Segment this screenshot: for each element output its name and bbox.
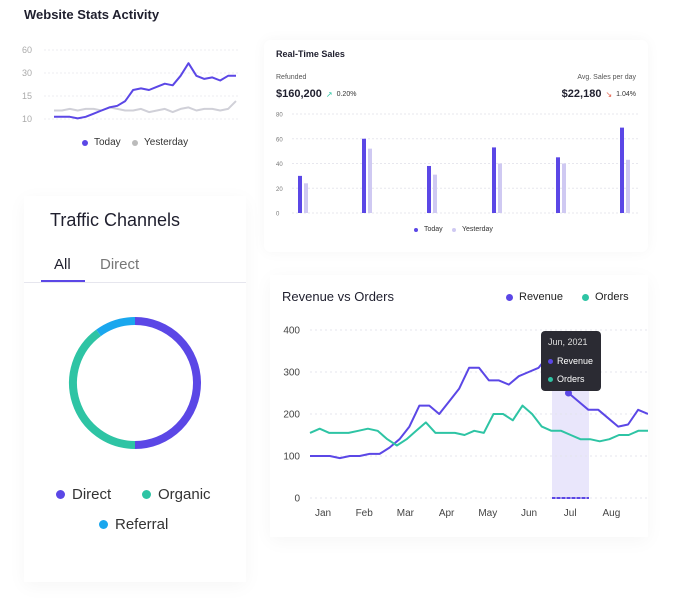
arrow-down-icon: ↘ <box>605 89 613 99</box>
direct-dot-icon <box>56 490 65 499</box>
revenue-legend-revenue: Revenue <box>506 291 563 303</box>
sales-bar-chart: 80 60 40 20 0 <box>276 113 640 218</box>
stats-y-tick: 10 <box>22 114 32 124</box>
revenue-y-tick: 200 <box>283 410 300 421</box>
chart-tooltip: Jun, 2021 Revenue Orders <box>541 331 601 391</box>
revenue-legend-revenue-label: Revenue <box>519 291 564 303</box>
revenue-y-tick: 100 <box>283 452 300 463</box>
sales-bar-yesterday <box>433 174 437 213</box>
donut-slice-direct <box>134 317 201 449</box>
today-dot-icon <box>414 227 418 232</box>
tab-direct[interactable]: Direct <box>100 256 139 273</box>
stats-series-yesterday <box>54 100 237 114</box>
sales-bar-today <box>620 127 624 213</box>
today-dot-icon <box>82 139 88 146</box>
sales-bar-today <box>556 157 560 213</box>
avg-sales-value: $22,180 <box>561 88 602 100</box>
stats-y-tick: 15 <box>22 91 32 101</box>
donut-slice-referral <box>96 317 136 337</box>
revenue-series-orders <box>309 404 648 447</box>
refunded-change: 0.20% <box>336 90 357 98</box>
stats-card: 60 30 15 10 Today Yesterday <box>20 38 242 164</box>
revenue-legend-orders: Orders <box>582 291 629 303</box>
sales-legend-yesterday: Yesterday <box>452 226 493 233</box>
revenue-y-tick: 400 <box>283 326 300 337</box>
stats-legend-yesterday-label: Yesterday <box>144 137 189 148</box>
sales-bar-yesterday <box>562 163 566 213</box>
sales-legend-today-label: Today <box>424 226 443 233</box>
sales-title: Real-Time Sales <box>276 49 345 59</box>
revenue-x-tick: Aug <box>603 508 621 519</box>
sales-bar-yesterday <box>304 183 308 213</box>
yesterday-dot-icon <box>132 139 138 146</box>
revenue-x-tick: Jun <box>521 508 537 519</box>
sales-y-tick: 40 <box>276 162 283 168</box>
tooltip-date: Jun, 2021 <box>548 337 588 347</box>
traffic-legend-organic: Organic <box>142 486 211 503</box>
tooltip-orders: Orders <box>548 374 585 384</box>
organic-dot-icon <box>142 490 151 499</box>
traffic-channels-card: Traffic Channels All Direct Direct Organ… <box>24 196 246 582</box>
traffic-legend-direct-label: Direct <box>72 486 112 503</box>
sales-y-tick: 60 <box>276 137 283 143</box>
revenue-x-tick: Jan <box>315 508 331 519</box>
revenue-y-tick: 300 <box>283 368 300 379</box>
tooltip-orders-label: Orders <box>557 374 585 384</box>
sales-bar-today <box>492 147 496 213</box>
referral-dot-icon <box>99 520 108 529</box>
revenue-x-tick: Mar <box>397 508 415 519</box>
revenue-x-tick: Jul <box>564 508 577 519</box>
yesterday-dot-icon <box>452 227 456 232</box>
revenue-title: Revenue vs Orders <box>282 289 394 304</box>
sales-legend-yesterday-label: Yesterday <box>462 226 493 233</box>
donut-slice-organic <box>69 329 136 449</box>
sales-bar-yesterday <box>368 148 372 213</box>
avg-sales-kpi: $22,180 ↘ 1.04% <box>562 88 636 100</box>
revenue-dot-icon <box>548 358 553 364</box>
traffic-legend-organic-label: Organic <box>158 486 211 503</box>
avg-sales-change: 1.04% <box>616 90 636 98</box>
tooltip-revenue: Revenue <box>548 356 593 366</box>
revenue-x-tick: Feb <box>356 508 374 519</box>
sales-y-tick: 20 <box>276 187 283 193</box>
sales-legend-today: Today <box>414 226 443 233</box>
tab-divider <box>24 282 246 283</box>
refunded-kpi: $160,200 ↗ 0.20% <box>276 88 356 100</box>
refunded-value: $160,200 <box>276 88 322 100</box>
traffic-legend-referral: Referral <box>99 516 168 533</box>
tooltip-revenue-label: Revenue <box>557 356 594 366</box>
stats-y-tick: 60 <box>22 45 32 55</box>
tab-all[interactable]: All <box>54 256 71 273</box>
traffic-legend-referral-label: Referral <box>115 516 169 533</box>
traffic-title: Traffic Channels <box>50 210 181 230</box>
stats-legend-today-label: Today <box>94 137 121 148</box>
real-time-sales-card: Real-Time Sales Refunded $160,200 ↗ 0.20… <box>264 40 648 252</box>
sales-bar-yesterday <box>626 159 630 213</box>
sales-bar-today <box>298 175 302 213</box>
revenue-x-tick: May <box>478 508 497 519</box>
revenue-vs-orders-card: Revenue vs Orders Revenue Orders 400 300 2… <box>270 275 648 537</box>
stats-line-chart: 60 30 15 10 <box>22 45 240 124</box>
sales-y-tick: 0 <box>276 212 280 218</box>
sales-bar-yesterday <box>498 163 502 213</box>
traffic-donut-chart <box>69 317 201 449</box>
orders-dot-icon <box>548 376 553 382</box>
revenue-x-tick: Apr <box>439 508 455 519</box>
orders-dot-icon <box>582 293 589 301</box>
sales-y-tick: 80 <box>276 113 283 119</box>
revenue-legend-orders-label: Orders <box>595 291 629 303</box>
refunded-label: Refunded <box>276 74 307 81</box>
revenue-dot-icon <box>506 293 513 301</box>
traffic-legend-direct: Direct <box>56 486 111 503</box>
revenue-y-tick: 0 <box>294 494 300 505</box>
stats-legend-today: Today <box>82 137 121 148</box>
sales-bar-today <box>427 165 431 213</box>
arrow-up-icon: ↗ <box>325 89 333 99</box>
stats-legend-yesterday: Yesterday <box>132 137 188 148</box>
sales-bar-today <box>362 138 366 213</box>
avg-sales-label: Avg. Sales per day <box>577 74 636 81</box>
page-title: Website Stats Activity <box>24 7 160 22</box>
stats-y-tick: 30 <box>22 68 32 78</box>
